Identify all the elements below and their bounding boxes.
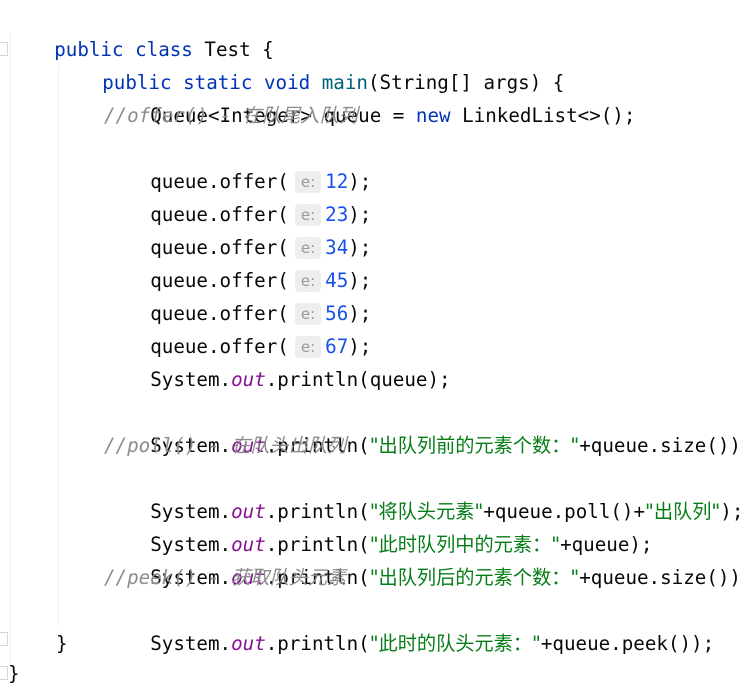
indent-guide xyxy=(10,33,11,663)
class-ref: System. xyxy=(150,632,232,655)
code-line-offer[interactable]: queue.offer(e: 45); xyxy=(104,231,371,292)
string-literal: "出队列后的元素个数：" xyxy=(369,566,580,589)
expression-rest: +queue.size()); xyxy=(579,566,744,589)
code-comment-peek[interactable]: //peek() - 获取队头元素 xyxy=(104,561,346,594)
method-call: .println( xyxy=(265,632,370,655)
code-line-close-class[interactable]: } xyxy=(8,657,20,690)
code-line-offer[interactable]: queue.offer(e: 34); xyxy=(104,198,371,259)
method-call: .println(queue); xyxy=(265,368,451,391)
code-line-print-peek[interactable]: System.out.println("此时的队头元素："+queue.peek… xyxy=(104,594,714,655)
code-line-print-queue[interactable]: System.out.println(queue); xyxy=(104,330,450,391)
code-line-print-current[interactable]: System.out.println("此时队列中的元素："+queue); xyxy=(104,495,652,556)
string-literal: "此时的队头元素：" xyxy=(369,632,541,655)
fold-marker-icon[interactable] xyxy=(0,632,8,646)
keyword: new xyxy=(415,104,451,127)
class-ref: System. xyxy=(150,368,232,391)
fold-marker-icon[interactable] xyxy=(0,42,8,56)
code-line-print-size-before[interactable]: System.out.println("出队列前的元素个数："+queue.si… xyxy=(104,396,744,457)
code-line-offer[interactable]: queue.offer(e: 67); xyxy=(104,297,371,358)
code-comment-poll[interactable]: //poll() - 在队头出队列 xyxy=(104,429,346,462)
code-line-offer[interactable]: queue.offer(e: 56); xyxy=(104,264,371,325)
expression-rest: +queue.peek()); xyxy=(540,632,715,655)
static-field: out xyxy=(231,632,266,655)
string-literal: "出队列" xyxy=(645,500,721,523)
code-line-offer[interactable]: queue.offer(e: 12); xyxy=(104,132,371,193)
code-editor[interactable]: public class Test { public static void m… xyxy=(0,0,744,690)
code-line-main-method[interactable]: public static void main(String[] args) { xyxy=(56,33,564,94)
code-line-offer[interactable]: queue.offer(e: 23); xyxy=(104,165,371,226)
code-line-class-declaration[interactable]: public class Test { xyxy=(8,0,274,61)
indent-guide xyxy=(58,66,59,626)
expression-rest: ); xyxy=(720,500,744,523)
string-literal: "出队列前的元素个数：" xyxy=(369,434,580,457)
fold-marker-icon[interactable] xyxy=(0,666,8,680)
static-field: out xyxy=(231,368,266,391)
constructor-call: LinkedList<>(); xyxy=(450,104,636,127)
code-line-close-method[interactable]: } xyxy=(56,627,68,660)
code-comment-offer[interactable]: //offer() - 在队尾入队列 xyxy=(104,99,358,132)
code-line-print-poll[interactable]: System.out.println("将队头元素"+queue.poll()+… xyxy=(104,462,743,523)
code-line-print-size-after[interactable]: System.out.println("出队列后的元素个数："+queue.si… xyxy=(104,528,744,589)
code-line-queue-declaration[interactable]: Queue<Integer> queue = new LinkedList<>(… xyxy=(104,66,635,127)
expression-rest: +queue.size()); xyxy=(579,434,744,457)
